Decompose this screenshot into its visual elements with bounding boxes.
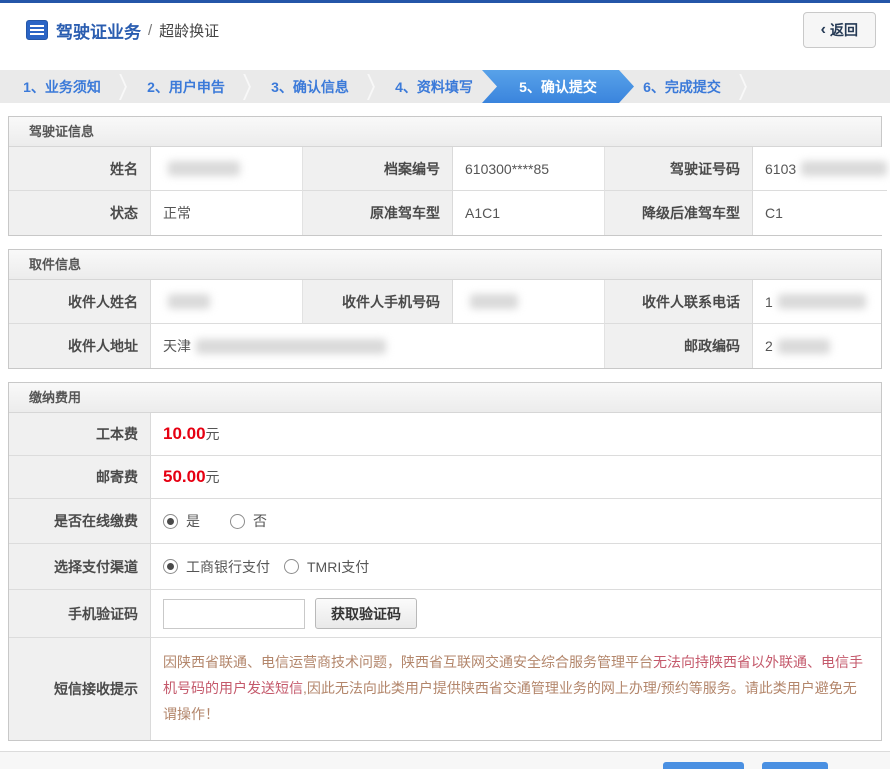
captcha-row: 获取验证码	[151, 590, 881, 638]
radio-unselected-icon[interactable]	[284, 559, 299, 574]
captcha-input[interactable]	[163, 599, 305, 629]
step-4-fill-materials[interactable]: 4、资料填写	[372, 70, 496, 103]
redacted-name	[168, 161, 240, 176]
redacted-phone	[778, 294, 866, 309]
section-pickup-title: 取件信息	[9, 250, 881, 280]
back-button-label: 返回	[830, 20, 858, 40]
step-3-confirm-info[interactable]: 3、确认信息	[248, 70, 372, 103]
license-no-value: 6103	[753, 147, 887, 191]
zip-label: 邮政编码	[605, 324, 753, 368]
address-label: 收件人地址	[9, 324, 151, 368]
postage-label: 邮寄费	[9, 456, 151, 499]
zip-prefix: 2	[765, 338, 773, 354]
address-prefix: 天津	[163, 336, 191, 356]
form-list-icon	[26, 19, 48, 41]
orig-class-value: A1C1	[453, 191, 605, 235]
step-2-user-declaration[interactable]: 2、用户申告	[124, 70, 248, 103]
downgraded-class-label: 降级后准驾车型	[605, 191, 753, 235]
file-no-label: 档案编号	[303, 147, 453, 191]
channel-icbc-label: 工商银行支付	[186, 557, 270, 577]
address-value: 天津	[151, 324, 605, 368]
breadcrumb-separator: /	[148, 22, 152, 39]
section-payment: 缴纳费用 工本费 10.00 元 邮寄费 50.00 元 是否在线缴费 是 否	[8, 382, 882, 741]
pay-channel-options: 工商银行支付 TMRI支付	[151, 544, 881, 590]
recipient-name-label: 收件人姓名	[9, 280, 151, 324]
page-title: 驾驶证业务	[56, 18, 141, 43]
captcha-label: 手机验证码	[9, 590, 151, 638]
zip-value: 2	[753, 324, 881, 368]
step-6-finish-submit[interactable]: 6、完成提交	[620, 70, 744, 103]
redacted-license-no	[801, 161, 887, 176]
mobile-value	[453, 280, 605, 324]
page: 驾驶证业务 / 超龄换证 ‹ 返回 1、业务须知 2、用户申告 3、确认信息 4…	[0, 0, 890, 769]
online-pay-label: 是否在线缴费	[9, 499, 151, 544]
file-no-value: 610300****85	[453, 147, 605, 191]
fee-unit: 元	[206, 424, 220, 444]
orig-class-label: 原准驾车型	[303, 191, 453, 235]
redacted-recipient-name	[168, 294, 210, 309]
sms-notice-text: 因陕西省联通、电信运营商技术问题，陕西省互联网交通安全综合服务管理平台无法向持陕…	[151, 638, 881, 740]
step-5-confirm-submit-active[interactable]: 5、确认提交	[482, 70, 634, 103]
mobile-label: 收件人手机号码	[303, 280, 453, 324]
redacted-zip	[778, 339, 830, 354]
finish-button[interactable]: 完成	[762, 762, 828, 769]
fee-amount: 10.00	[163, 424, 206, 444]
payment-table: 工本费 10.00 元 邮寄费 50.00 元 是否在线缴费 是 否	[9, 413, 881, 740]
redacted-address	[196, 339, 386, 354]
section-license-info: 驾驶证信息 姓名 档案编号 610300****85 驾驶证号码 6103 状态…	[8, 116, 882, 236]
back-button[interactable]: ‹ 返回	[803, 12, 876, 48]
header: 驾驶证业务 / 超龄换证 ‹ 返回	[0, 3, 890, 57]
online-pay-options: 是 否	[151, 499, 881, 544]
notice-part-1: 因陕西省联通、电信运营商技术问题，陕西省互联网交通安全综合服务管理平台	[163, 654, 653, 670]
downgraded-class-value: C1	[753, 191, 887, 235]
license-no-prefix: 6103	[765, 161, 796, 177]
recipient-name-value	[151, 280, 303, 324]
get-captcha-button[interactable]: 获取验证码	[315, 598, 417, 629]
online-no-label: 否	[253, 511, 267, 531]
step-1-business-notes[interactable]: 1、业务须知	[0, 70, 124, 103]
sms-notice-label: 短信接收提示	[9, 638, 151, 740]
phone-prefix: 1	[765, 294, 773, 310]
online-yes-option[interactable]: 是	[163, 511, 200, 531]
fee-value: 10.00 元	[151, 413, 881, 456]
radio-selected-icon[interactable]	[163, 514, 178, 529]
phone-label: 收件人联系电话	[605, 280, 753, 324]
channel-tmri-option[interactable]: TMRI支付	[284, 557, 369, 577]
radio-selected-icon[interactable]	[163, 559, 178, 574]
chevron-left-icon: ‹	[821, 22, 826, 38]
pickup-table: 收件人姓名 收件人手机号码 收件人联系电话 1 收件人地址 天津 邮政编码 2	[9, 280, 881, 368]
section-license-title: 驾驶证信息	[9, 117, 881, 147]
status-value: 正常	[151, 191, 303, 235]
section-pickup-info: 取件信息 收件人姓名 收件人手机号码 收件人联系电话 1 收件人地址 天津 邮政…	[8, 249, 882, 369]
channel-tmri-label: TMRI支付	[307, 557, 369, 577]
status-label: 状态	[9, 191, 151, 235]
license-no-label: 驾驶证号码	[605, 147, 753, 191]
name-value	[151, 147, 303, 191]
footer-action-bar: 上一步 完成	[0, 751, 890, 769]
radio-unselected-icon[interactable]	[230, 514, 245, 529]
channel-icbc-option[interactable]: 工商银行支付	[163, 557, 270, 577]
redacted-mobile	[470, 294, 518, 309]
previous-step-button[interactable]: 上一步	[663, 762, 744, 769]
name-label: 姓名	[9, 147, 151, 191]
fee-label: 工本费	[9, 413, 151, 456]
postage-amount: 50.00	[163, 467, 206, 487]
phone-value: 1	[753, 280, 881, 324]
license-table: 姓名 档案编号 610300****85 驾驶证号码 6103 状态 正常 原准…	[9, 147, 881, 235]
postage-unit: 元	[206, 467, 220, 487]
breadcrumb-subtitle: 超龄换证	[159, 20, 219, 41]
online-no-option[interactable]: 否	[230, 511, 267, 531]
section-payment-title: 缴纳费用	[9, 383, 881, 413]
postage-value: 50.00 元	[151, 456, 881, 499]
online-yes-label: 是	[186, 511, 200, 531]
pay-channel-label: 选择支付渠道	[9, 544, 151, 590]
step-wizard: 1、业务须知 2、用户申告 3、确认信息 4、资料填写 5、确认提交 6、完成提…	[0, 70, 890, 103]
